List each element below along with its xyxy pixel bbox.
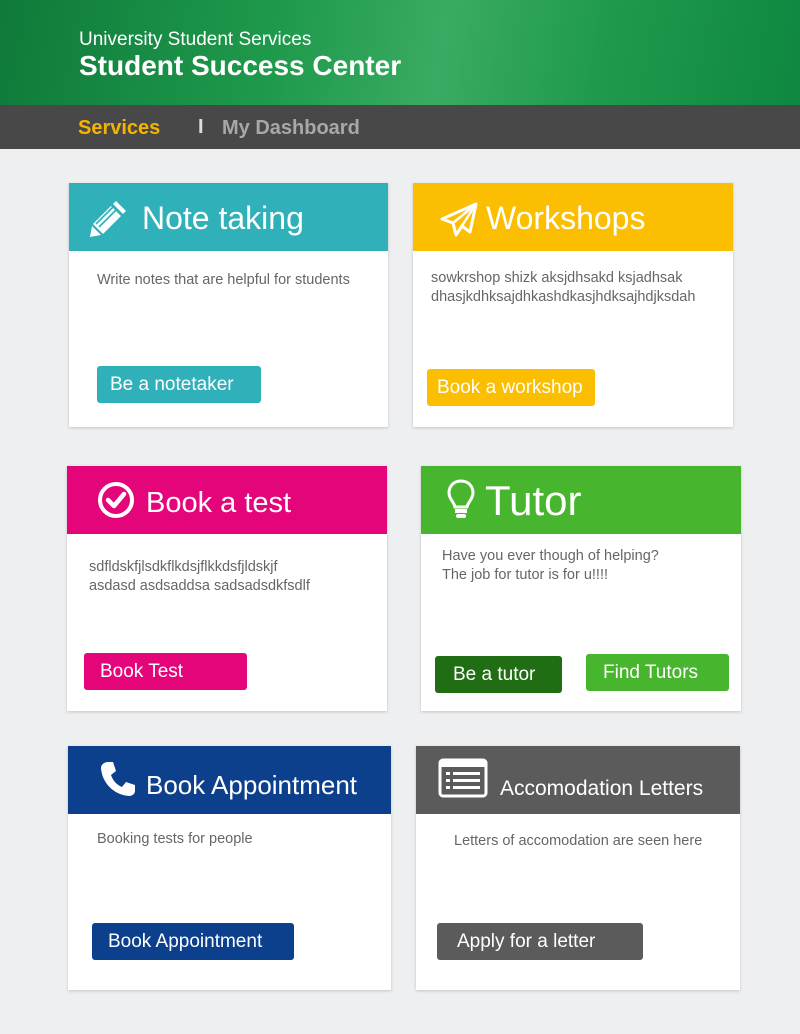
check-circle-icon bbox=[98, 482, 134, 518]
card-header: Book a test bbox=[67, 466, 387, 534]
card-title: Workshops bbox=[486, 200, 646, 236]
find-tutors-button[interactable]: Find Tutors bbox=[586, 654, 729, 691]
phone-icon bbox=[101, 762, 135, 796]
card-book-a-test: Book a test sdfldskfjlsdkflkdsjflkkdsfjl… bbox=[67, 466, 387, 711]
tab-my-dashboard[interactable]: My Dashboard bbox=[222, 117, 360, 140]
card-title: Book Appointment bbox=[146, 770, 358, 800]
card-header: Tutor bbox=[421, 466, 741, 534]
tab-services[interactable]: Services bbox=[78, 117, 160, 140]
card-description: Letters of accomodation are seen here bbox=[454, 833, 703, 849]
pencil-icon bbox=[90, 201, 126, 237]
card-title: Book a test bbox=[146, 487, 292, 519]
nav-bar: Services I My Dashboard bbox=[0, 105, 800, 149]
header-subtitle: University Student Services bbox=[79, 29, 312, 50]
card-book-appointment: Book Appointment Booking tests for peopl… bbox=[68, 746, 391, 990]
letter-list-icon bbox=[438, 758, 488, 798]
card-header: Note taking bbox=[69, 183, 388, 251]
nav-separator: I bbox=[198, 116, 204, 138]
be-a-notetaker-button[interactable]: Be a notetaker bbox=[97, 366, 261, 403]
page-title: Student Success Center bbox=[79, 50, 402, 81]
card-description: sowkrshop shizk aksjdhsakd ksjadhsak dha… bbox=[431, 270, 696, 305]
card-accomodation-letters: Accomodation Letters Letters of accomoda… bbox=[416, 746, 740, 990]
book-test-button[interactable]: Book Test bbox=[84, 653, 247, 690]
card-description: Have you ever though of helping? The job… bbox=[442, 548, 659, 583]
card-header: Book Appointment bbox=[68, 746, 391, 814]
book-a-workshop-button[interactable]: Book a workshop bbox=[427, 369, 595, 406]
apply-for-a-letter-button[interactable]: Apply for a letter bbox=[437, 923, 643, 960]
paper-plane-icon bbox=[440, 202, 478, 237]
card-note-taking: Note taking Write notes that are helpful… bbox=[69, 183, 388, 427]
card-tutor: Tutor Have you ever though of helping? T… bbox=[421, 466, 741, 711]
card-description: Write notes that are helpful for student… bbox=[97, 272, 350, 288]
lightbulb-icon bbox=[447, 479, 475, 518]
card-header: Workshops bbox=[413, 183, 733, 251]
book-appointment-button[interactable]: Book Appointment bbox=[92, 923, 294, 960]
card-description: Booking tests for people bbox=[97, 831, 253, 847]
app-header: University Student Services Student Succ… bbox=[0, 0, 800, 105]
card-workshops: Workshops sowkrshop shizk aksjdhsakd ksj… bbox=[413, 183, 733, 427]
card-description: sdfldskfjlsdkflkdsjflkkdsfjldskjf asdasd… bbox=[89, 559, 310, 594]
card-title: Accomodation Letters bbox=[500, 777, 704, 800]
card-title: Tutor bbox=[485, 477, 582, 524]
card-header: Accomodation Letters bbox=[416, 746, 740, 814]
be-a-tutor-button[interactable]: Be a tutor bbox=[435, 656, 562, 693]
card-title: Note taking bbox=[142, 200, 304, 236]
